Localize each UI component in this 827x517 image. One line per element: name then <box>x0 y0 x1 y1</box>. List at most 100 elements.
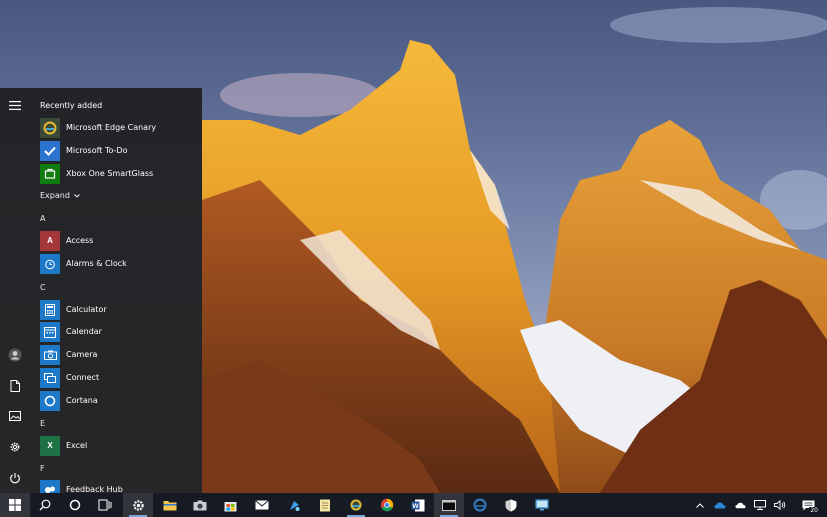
app-label: Cortana <box>66 396 98 405</box>
app-calendar[interactable]: Calendar <box>40 321 200 342</box>
onedrive-cloud-icon <box>714 502 726 508</box>
app-microsoft-edge-canary[interactable]: Microsoft Edge Canary <box>40 117 200 138</box>
letter-heading-c[interactable]: C <box>40 283 46 292</box>
chevron-up-icon <box>696 502 704 508</box>
pictures-button[interactable] <box>0 404 30 428</box>
gear-icon <box>132 499 144 511</box>
taskbar-microsoft-store[interactable] <box>215 493 245 517</box>
taskbar-camera[interactable] <box>185 493 215 517</box>
calculator-icon <box>40 299 60 320</box>
app-alarms-clock[interactable]: Alarms & Clock <box>40 253 200 274</box>
app-label: Microsoft Edge Canary <box>66 123 157 132</box>
app-label: Camera <box>66 350 98 359</box>
taskbar-windows-security[interactable] <box>496 493 526 517</box>
edge-canary-icon <box>40 117 60 138</box>
terminal-icon <box>442 499 456 511</box>
notepad-icon <box>320 499 330 511</box>
camera-icon <box>40 344 60 365</box>
taskbar-chrome[interactable] <box>372 493 402 517</box>
excel-icon: X <box>40 435 60 456</box>
app-xbox-one-smartglass[interactable]: Xbox One SmartGlass <box>40 163 200 184</box>
power-icon <box>10 473 20 484</box>
taskbar-remote-desktop[interactable] <box>527 493 557 517</box>
search-icon <box>39 499 51 511</box>
cortana-button[interactable] <box>60 493 90 517</box>
chevron-down-icon <box>74 193 80 198</box>
remote-desktop-icon <box>535 499 549 511</box>
document-icon <box>10 380 20 392</box>
svg-text:W: W <box>412 503 419 510</box>
shield-icon <box>505 499 517 511</box>
calendar-icon <box>40 321 60 342</box>
onedrive-personal-tray-button[interactable] <box>731 493 749 517</box>
gear-icon <box>10 442 20 452</box>
settings-button[interactable] <box>0 435 30 459</box>
folder-icon <box>163 500 177 510</box>
search-button[interactable] <box>30 493 60 517</box>
app-connect[interactable]: Connect <box>40 367 200 388</box>
taskbar-edge[interactable] <box>465 493 495 517</box>
app-feedback-hub[interactable]: Feedback Hub <box>40 479 200 493</box>
cloud-icon <box>734 502 746 508</box>
cortana-circle-icon <box>69 499 81 511</box>
onedrive-tray-button[interactable] <box>711 493 729 517</box>
user-avatar-icon <box>8 348 22 362</box>
app-label: Xbox One SmartGlass <box>66 169 154 178</box>
volume-tray-button[interactable] <box>771 493 789 517</box>
taskbar: W 20 <box>0 493 827 517</box>
app-label: Excel <box>66 441 88 450</box>
start-menu-rail <box>0 88 30 493</box>
windows-logo-icon <box>9 499 21 511</box>
edge-icon <box>473 498 487 512</box>
store-icon <box>224 501 236 511</box>
taskbar-word[interactable]: W <box>403 493 433 517</box>
recently-added-heading: Recently added <box>40 101 103 110</box>
app-label: Access <box>66 236 94 245</box>
notification-count-badge: 20 <box>809 507 819 514</box>
show-hidden-icons-button[interactable] <box>692 493 708 517</box>
app-label: Calendar <box>66 327 102 336</box>
menu-toggle-button[interactable] <box>0 93 30 117</box>
app-access[interactable]: A Access <box>40 230 200 251</box>
network-icon <box>754 500 766 510</box>
app-label: Connect <box>66 373 100 382</box>
xbox-icon <box>40 163 60 184</box>
start-button[interactable] <box>0 493 30 517</box>
expand-label: Expand <box>40 191 70 200</box>
app-label: Alarms & Clock <box>66 259 127 268</box>
power-button[interactable] <box>0 466 30 490</box>
app-camera[interactable]: Camera <box>40 344 200 365</box>
word-icon: W <box>411 499 425 511</box>
taskbar-paint-3d[interactable] <box>279 493 309 517</box>
taskbar-file-explorer[interactable] <box>155 493 185 517</box>
speaker-icon <box>774 500 786 510</box>
taskbar-notepad[interactable] <box>310 493 340 517</box>
camera-icon <box>193 500 207 510</box>
cortana-icon <box>40 390 60 411</box>
taskbar-terminal[interactable] <box>434 493 464 517</box>
todo-icon <box>40 140 60 161</box>
expand-button[interactable]: Expand <box>40 191 80 200</box>
start-menu: Recently added Microsoft Edge Canary Mic… <box>0 88 202 493</box>
letter-heading-f[interactable]: F <box>40 464 45 473</box>
app-cortana[interactable]: Cortana <box>40 390 200 411</box>
user-account-button[interactable] <box>0 343 30 367</box>
taskbar-settings[interactable] <box>123 493 153 517</box>
task-view-button[interactable] <box>90 493 120 517</box>
network-tray-button[interactable] <box>751 493 769 517</box>
app-label: Microsoft To-Do <box>66 146 128 155</box>
feedback-hub-icon <box>40 479 60 493</box>
access-icon: A <box>40 230 60 251</box>
app-excel[interactable]: X Excel <box>40 435 200 456</box>
app-microsoft-to-do[interactable]: Microsoft To-Do <box>40 140 200 161</box>
taskbar-mail[interactable] <box>247 493 277 517</box>
action-center-button[interactable]: 20 <box>796 493 820 517</box>
app-label: Calculator <box>66 305 107 314</box>
documents-button[interactable] <box>0 374 30 398</box>
mail-icon <box>255 500 269 510</box>
letter-heading-a[interactable]: A <box>40 214 45 223</box>
taskbar-edge-canary[interactable] <box>341 493 371 517</box>
hamburger-icon <box>9 100 21 110</box>
app-calculator[interactable]: Calculator <box>40 299 200 320</box>
letter-heading-e[interactable]: E <box>40 419 45 428</box>
